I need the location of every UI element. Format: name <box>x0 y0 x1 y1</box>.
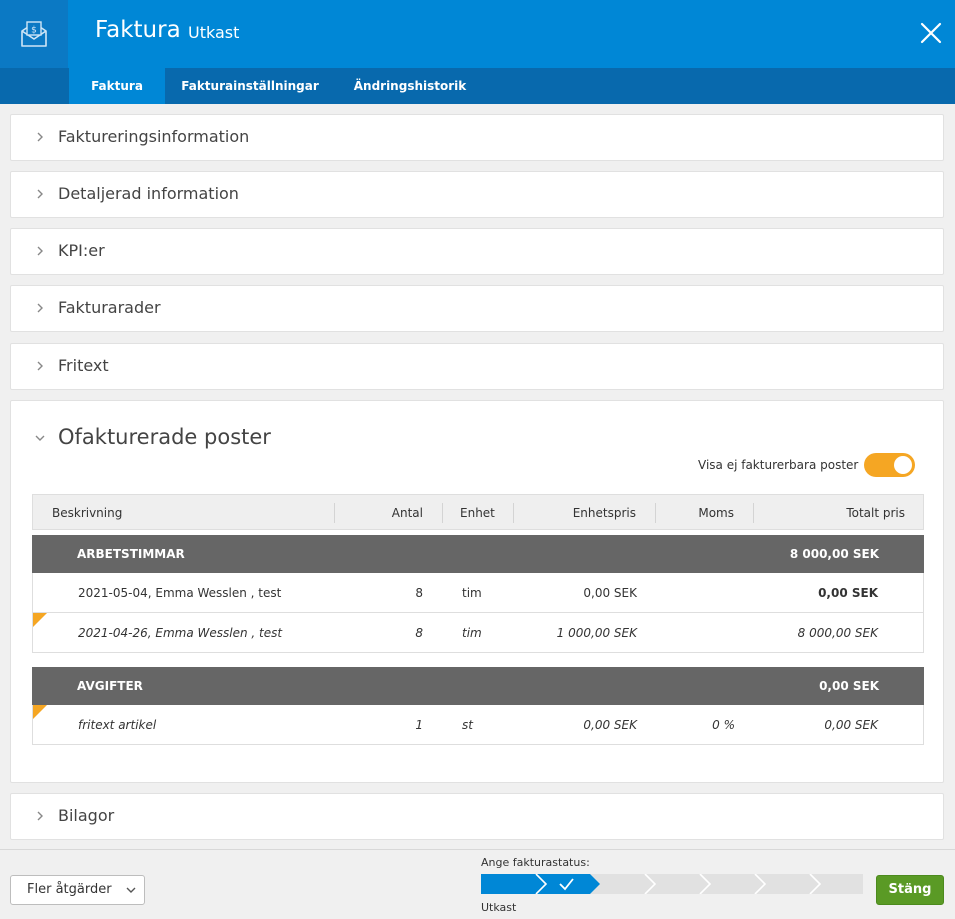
section-title: Bilagor <box>58 806 115 825</box>
cell-description: 2021-05-04, Emma Wesslen , test <box>78 586 282 600</box>
dialog-footer: Fler åtgärder Ange fakturastatus: Utkast… <box>0 849 955 919</box>
section-title: Faktureringsinformation <box>58 127 250 146</box>
section-ofakturerade-poster: Ofakturerade poster Visa ej fakturerbara… <box>10 400 944 783</box>
toggle-label: Visa ej fakturerbara poster <box>698 458 859 472</box>
section-title: Detaljerad information <box>58 184 239 203</box>
group-row-arbetstimmar[interactable]: ARBETSTIMMAR 8 000,00 SEK <box>32 535 924 573</box>
column-enhetspris[interactable]: Enhetspris <box>573 506 636 520</box>
svg-text:$: $ <box>31 26 37 36</box>
section-detaljerad-information[interactable]: Detaljerad information <box>10 171 944 218</box>
table-row[interactable]: 2021-04-26, Emma Wesslen , test 8 tim 1 … <box>32 613 924 653</box>
chevron-right-icon <box>37 189 43 199</box>
dialog-header: $ Faktura Utkast <box>0 0 955 68</box>
table-row[interactable]: fritext artikel 1 st 0,00 SEK 0 % 0,00 S… <box>32 705 924 745</box>
section-fakturarader[interactable]: Fakturarader <box>10 285 944 332</box>
tab-faktura[interactable]: Faktura <box>69 68 165 104</box>
more-actions-button[interactable]: Fler åtgärder <box>10 875 145 905</box>
group-total: 0,00 SEK <box>819 679 879 693</box>
close-button[interactable]: Stäng <box>876 875 944 905</box>
table-header: Beskrivning Antal Enhet Enhetspris Moms … <box>32 494 924 530</box>
invoice-status-stepper[interactable] <box>481 874 863 894</box>
cell-total: 0,00 SEK <box>818 586 878 600</box>
column-antal[interactable]: Antal <box>392 506 423 520</box>
tab-bar: Faktura Fakturainställningar Ändringshis… <box>0 68 955 104</box>
section-faktureringsinformation[interactable]: Faktureringsinformation <box>10 114 944 161</box>
group-row-avgifter[interactable]: AVGIFTER 0,00 SEK <box>32 667 924 705</box>
show-non-billable-toggle[interactable] <box>864 453 915 477</box>
status-value: Utkast <box>481 901 517 914</box>
cell-unit: st <box>462 718 473 732</box>
group-name: AVGIFTER <box>77 679 143 693</box>
close-icon[interactable] <box>918 20 944 46</box>
cell-unit-price: 1 000,00 SEK <box>556 626 637 640</box>
cell-unit-price: 0,00 SEK <box>583 586 637 600</box>
section-title: Fakturarader <box>58 298 161 317</box>
tab-fakturainstallningar[interactable]: Fakturainställningar <box>175 68 325 104</box>
cell-total: 8 000,00 SEK <box>797 626 878 640</box>
chevron-right-icon <box>37 361 43 371</box>
cell-unit: tim <box>462 586 482 600</box>
invoice-envelope-icon: $ <box>0 0 68 68</box>
toggle-knob <box>894 456 912 474</box>
invoice-status-label: Utkast <box>188 23 240 42</box>
cell-qty: 1 <box>415 718 423 732</box>
chevron-right-icon <box>37 303 43 313</box>
table-row[interactable]: 2021-05-04, Emma Wesslen , test 8 tim 0,… <box>32 573 924 613</box>
section-title: Ofakturerade poster <box>58 425 271 449</box>
chevron-down-icon <box>126 887 136 893</box>
status-label: Ange fakturastatus: <box>481 856 590 869</box>
cell-unit: tim <box>462 626 482 640</box>
chevron-down-icon[interactable] <box>33 431 47 445</box>
column-moms[interactable]: Moms <box>698 506 734 520</box>
more-actions-label: Fler åtgärder <box>27 882 112 897</box>
cell-total: 0,00 SEK <box>824 718 878 732</box>
chevron-right-icon <box>37 132 43 142</box>
cell-description: fritext artikel <box>78 718 157 732</box>
cell-qty: 8 <box>415 626 423 640</box>
section-bilagor[interactable]: Bilagor <box>10 793 944 840</box>
tab-andringshistorik[interactable]: Ändringshistorik <box>345 68 475 104</box>
section-kpier[interactable]: KPI:er <box>10 228 944 275</box>
group-total: 8 000,00 SEK <box>789 547 879 561</box>
section-title: Fritext <box>58 356 109 375</box>
chevron-right-icon <box>37 811 43 821</box>
dialog-title: Faktura <box>95 17 181 43</box>
cell-vat: 0 % <box>712 718 735 732</box>
section-fritext[interactable]: Fritext <box>10 343 944 390</box>
group-name: ARBETSTIMMAR <box>77 547 185 561</box>
cell-description: 2021-04-26, Emma Wesslen , test <box>78 626 283 640</box>
section-title: KPI:er <box>58 241 105 260</box>
non-billable-marker <box>33 705 47 719</box>
cell-unit-price: 0,00 SEK <box>583 718 637 732</box>
cell-qty: 8 <box>415 586 423 600</box>
column-beskrivning[interactable]: Beskrivning <box>52 506 122 520</box>
non-billable-marker <box>33 613 47 627</box>
column-totalt-pris[interactable]: Totalt pris <box>846 506 905 520</box>
column-enhet[interactable]: Enhet <box>460 506 495 520</box>
chevron-right-icon <box>37 246 43 256</box>
